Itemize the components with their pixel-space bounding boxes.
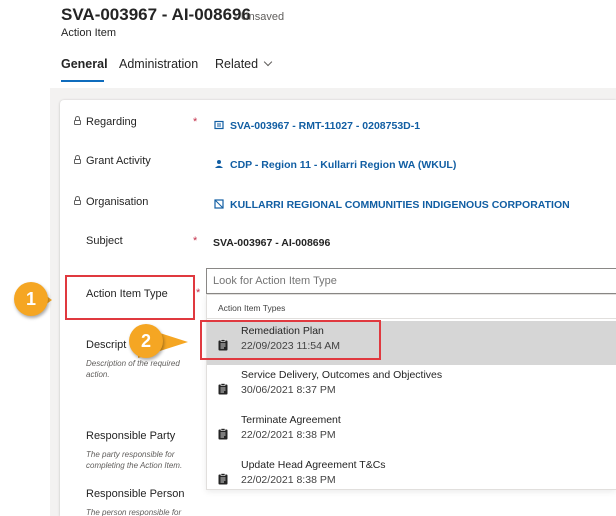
callout-pointers <box>30 284 188 358</box>
callout-badge-1: 1 <box>14 282 48 316</box>
callout-badge-2: 2 <box>129 324 163 358</box>
